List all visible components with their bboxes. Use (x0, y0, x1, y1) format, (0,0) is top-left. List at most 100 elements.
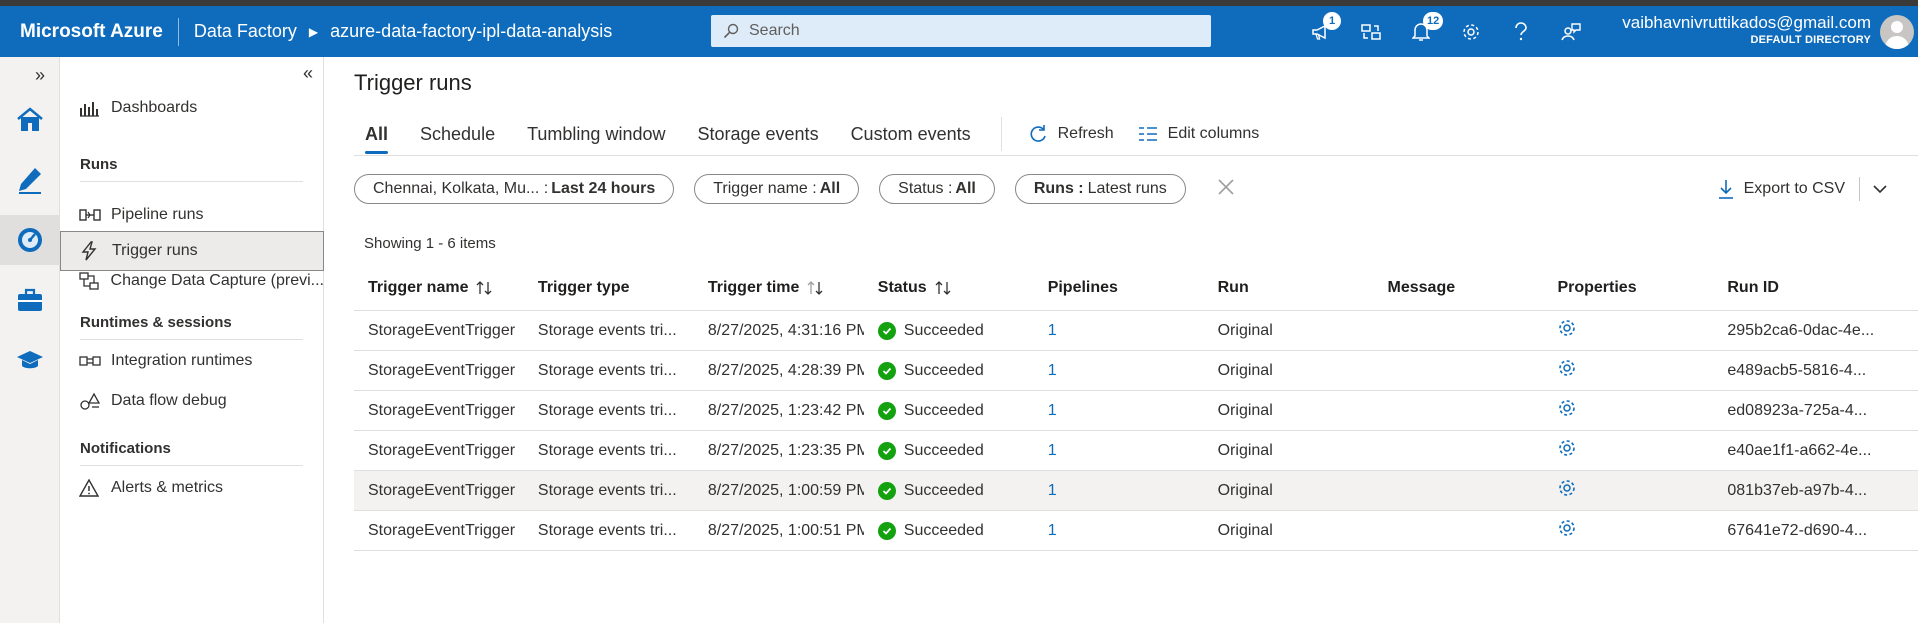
nav-pipeline-runs[interactable]: Pipeline runs (60, 195, 324, 235)
runs-filter[interactable]: Runs : Latest runs (1014, 174, 1186, 204)
collapse-nav-icon[interactable]: « (303, 63, 313, 84)
properties-gear-icon[interactable] (1557, 358, 1577, 383)
gear-icon (1463, 23, 1479, 40)
download-icon (1718, 180, 1733, 199)
cell-pipelines-link[interactable]: 1 (1034, 442, 1204, 460)
manage-toolbox-icon (18, 288, 42, 311)
timezone-filter-label: Chennai, Kolkata, Mu... : (373, 180, 549, 197)
dashboard-chart-icon (79, 99, 101, 117)
account-info[interactable]: vaibhavnivruttikados@gmail.com DEFAULT D… (1622, 13, 1871, 46)
properties-gear-icon[interactable] (1557, 438, 1577, 463)
rail-author[interactable] (0, 155, 60, 205)
col-trigger-time-label: Trigger time (707, 278, 800, 296)
trigger-name-filter-label: Trigger name : (713, 180, 817, 197)
properties-gear-icon[interactable] (1557, 518, 1577, 543)
rail-learning[interactable] (0, 335, 60, 385)
breadcrumb-factory[interactable]: azure-data-factory-ipl-data-analysis (330, 21, 612, 42)
properties-gear-icon[interactable] (1557, 398, 1577, 423)
cell-status: Succeeded (864, 521, 1034, 540)
nav-change-data-capture[interactable]: Change Data Capture (previ... (60, 261, 324, 301)
table-row[interactable]: StorageEventTrigger Storage events tri..… (354, 471, 1918, 511)
breadcrumb-service[interactable]: Data Factory (194, 21, 297, 42)
chevron-down-icon[interactable] (1872, 184, 1888, 194)
announcements-button[interactable]: 1 (1296, 6, 1346, 57)
settings-button[interactable] (1446, 6, 1496, 57)
rail-home[interactable] (0, 95, 60, 145)
status-filter[interactable]: Status : All (879, 174, 995, 204)
cell-status: Succeeded (864, 401, 1034, 420)
cell-pipelines-link[interactable]: 1 (1034, 362, 1204, 380)
success-check-icon (877, 361, 896, 380)
notifications-badge: 12 (1423, 12, 1444, 30)
help-button[interactable] (1496, 6, 1546, 57)
rail-manage[interactable] (0, 275, 60, 325)
col-trigger-name[interactable]: Trigger name (354, 279, 524, 297)
rail-monitor[interactable] (0, 215, 60, 265)
properties-gear-icon[interactable] (1557, 478, 1577, 503)
refresh-button[interactable]: Refresh (1016, 114, 1126, 154)
cell-pipelines-link[interactable]: 1 (1034, 482, 1204, 500)
properties-gear-icon[interactable] (1557, 318, 1577, 343)
col-status[interactable]: Status (864, 279, 1034, 297)
timezone-filter[interactable]: Chennai, Kolkata, Mu... : Last 24 hours (354, 174, 675, 204)
help-question-icon (1515, 21, 1527, 40)
export-csv-button[interactable]: Export to CSV (1718, 174, 1898, 204)
trigger-bolt-icon (80, 241, 102, 261)
feedback-button[interactable] (1546, 6, 1596, 57)
cell-run: Original (1217, 361, 1273, 379)
global-search-box[interactable]: Search (711, 15, 1211, 47)
cell-pipelines-link[interactable]: 1 (1034, 402, 1204, 420)
nav-pipeline-runs-label: Pipeline runs (111, 206, 204, 223)
search-icon (723, 23, 739, 39)
tab-storage-events[interactable]: Storage events (681, 114, 834, 154)
clear-filters-icon[interactable] (1216, 177, 1236, 202)
tab-custom-events[interactable]: Custom events (835, 114, 987, 154)
cell-properties (1543, 358, 1713, 383)
monitor-gauge-icon (18, 228, 42, 252)
switch-directory-button[interactable] (1346, 6, 1396, 57)
export-csv-label: Export to CSV (1743, 180, 1845, 197)
nav-dashboards[interactable]: Dashboards (60, 88, 324, 128)
cell-run-id: ed08923a-725a-4... (1727, 401, 1868, 419)
trigger-name-filter[interactable]: Trigger name : All (694, 174, 860, 204)
table-row[interactable]: StorageEventTrigger Storage events tri..… (354, 511, 1918, 551)
col-trigger-time[interactable]: Trigger time (694, 279, 864, 297)
cell-properties (1543, 518, 1713, 543)
table-row[interactable]: StorageEventTrigger Storage events tri..… (354, 311, 1918, 351)
tab-schedule[interactable]: Schedule (404, 114, 511, 154)
azure-brand-link[interactable]: Microsoft Azure (20, 21, 163, 43)
cell-run-id: 295b2ca6-0dac-4e... (1727, 321, 1875, 339)
nav-data-flow-debug[interactable]: Data flow debug (60, 381, 324, 421)
cell-trigger-time: 8/27/2025, 1:23:35 PM (707, 441, 864, 459)
cell-run-id: e489acb5-5816-4... (1727, 361, 1867, 379)
cell-properties (1543, 478, 1713, 503)
nav-alerts-metrics[interactable]: Alerts & metrics (60, 468, 324, 508)
success-check-icon (877, 401, 896, 420)
expand-rail-icon[interactable]: » (35, 65, 45, 86)
tab-tumbling-window[interactable]: Tumbling window (511, 114, 681, 154)
sort-arrows-icon[interactable] (476, 280, 492, 296)
filter-bar: Chennai, Kolkata, Mu... : Last 24 hours … (354, 174, 1236, 204)
success-check-icon (877, 441, 896, 460)
cell-run: Original (1217, 521, 1273, 539)
nav-integration-runtimes[interactable]: Integration runtimes (60, 341, 324, 381)
cell-trigger-name: StorageEventTrigger (368, 401, 516, 419)
table-row[interactable]: StorageEventTrigger Storage events tri..… (354, 391, 1918, 431)
change-data-capture-icon (79, 272, 101, 290)
cell-trigger-time: 8/27/2025, 1:00:51 PM (707, 521, 864, 539)
cell-pipelines-link[interactable]: 1 (1034, 322, 1204, 340)
sort-arrows-icon[interactable] (935, 280, 951, 296)
edit-columns-button[interactable]: Edit columns (1126, 114, 1272, 154)
notifications-button[interactable]: 12 (1396, 6, 1446, 57)
table-row[interactable]: StorageEventTrigger Storage events tri..… (354, 351, 1918, 391)
tab-all[interactable]: All (354, 114, 404, 154)
page-title: Trigger runs (354, 70, 472, 95)
sort-descending-icon[interactable] (807, 280, 823, 296)
table-row[interactable]: StorageEventTrigger Storage events tri..… (354, 431, 1918, 471)
col-trigger-type[interactable]: Trigger type (524, 279, 694, 297)
cell-pipelines-link[interactable]: 1 (1034, 522, 1204, 540)
status-filter-value: All (955, 180, 976, 197)
cell-status: Succeeded (864, 481, 1034, 500)
avatar[interactable] (1880, 15, 1914, 49)
nav-integration-runtimes-label: Integration runtimes (111, 352, 253, 369)
